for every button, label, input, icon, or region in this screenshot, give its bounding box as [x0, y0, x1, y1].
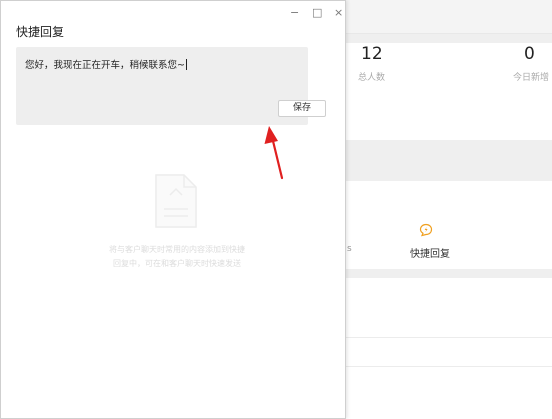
total-count-label: 总人数 [358, 73, 386, 83]
save-button[interactable]: 保存 [278, 100, 326, 117]
list-divider [346, 366, 552, 367]
today-new-label: 今日新增 [513, 73, 550, 83]
close-button[interactable]: × [334, 7, 343, 19]
empty-state-text: 将与客户聊天时常用的内容添加到快捷 回复中，可在和客户聊天时快速发送 [87, 243, 267, 271]
editor-text[interactable]: 您好，我现在正在开车，稍候联系您~ [25, 60, 185, 71]
reply-text-editor[interactable]: 您好，我现在正在开车，稍候联系您~ [16, 47, 308, 125]
quick-reply-dialog: − □ × 快捷回复 您好，我现在正在开车，稍候联系您~ 保存 将与客户聊天时常… [0, 0, 346, 419]
list-divider [346, 337, 552, 338]
editor-content[interactable]: 您好，我现在正在开车，稍候联系您~ [25, 57, 187, 71]
tool-edge-mark: s [347, 244, 352, 254]
total-count-value: 12 [361, 44, 383, 64]
list-card [346, 278, 552, 419]
dialog-title: 快捷回复 [16, 25, 65, 39]
maximize-button[interactable]: □ [312, 7, 322, 19]
empty-document-icon [155, 174, 197, 228]
empty-state-line-1: 将与客户聊天时常用的内容添加到快捷 [109, 245, 245, 254]
text-caret [185, 59, 187, 70]
today-new-value: 0 [524, 44, 535, 64]
quick-reply-label[interactable]: 快捷回复 [410, 245, 450, 260]
red-arrow-annotation [264, 126, 284, 180]
minimize-button[interactable]: − [290, 7, 299, 19]
empty-state-line-2: 回复中，可在和客户聊天时快速发送 [113, 259, 241, 268]
quick-reply-icon[interactable] [419, 223, 433, 237]
